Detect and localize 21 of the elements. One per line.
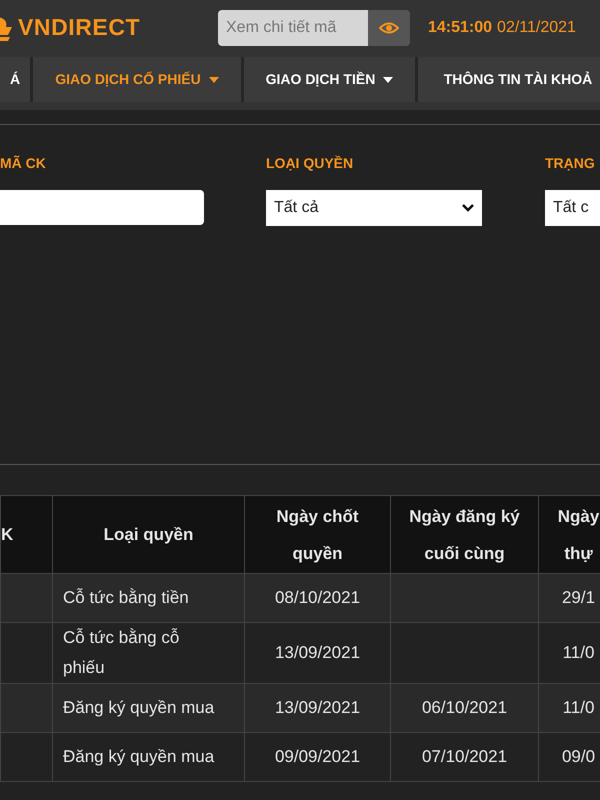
eye-icon bbox=[379, 22, 399, 34]
select-field[interactable]: Tất cả bbox=[266, 190, 482, 226]
search-field[interactable]: Xem chi tiết mã bbox=[218, 10, 368, 46]
view-button[interactable] bbox=[368, 10, 410, 46]
nav-tab[interactable]: GIAO DỊCH CỔ PHIẾU bbox=[33, 57, 241, 102]
select-field[interactable]: Tất c bbox=[545, 190, 600, 226]
clock-time: 14:51:00 bbox=[428, 18, 492, 38]
chevron-down-icon bbox=[462, 204, 474, 212]
table-cell: 07/10/2021 bbox=[390, 732, 538, 782]
table-cell: 09/09/2021 bbox=[244, 732, 390, 782]
nav-tab[interactable]: THÔNG TIN TÀI KHOẢ bbox=[418, 57, 600, 102]
table-cell: Đăng ký quyền mua bbox=[52, 732, 244, 782]
nav-tab[interactable]: GIAO DỊCH TIỀN bbox=[244, 57, 415, 102]
filter-label: MÃ CK bbox=[0, 154, 47, 173]
filter-label: LOẠI QUYỀN bbox=[266, 154, 354, 173]
nav-tab[interactable]: Á bbox=[0, 57, 30, 102]
filter-label: TRẠNG bbox=[545, 154, 596, 173]
logo-text[interactable]: VNDIRECT bbox=[18, 10, 140, 45]
code-field[interactable] bbox=[0, 190, 204, 225]
column-header: K bbox=[0, 496, 52, 574]
clock-date: 02/11/2021 bbox=[497, 18, 576, 38]
